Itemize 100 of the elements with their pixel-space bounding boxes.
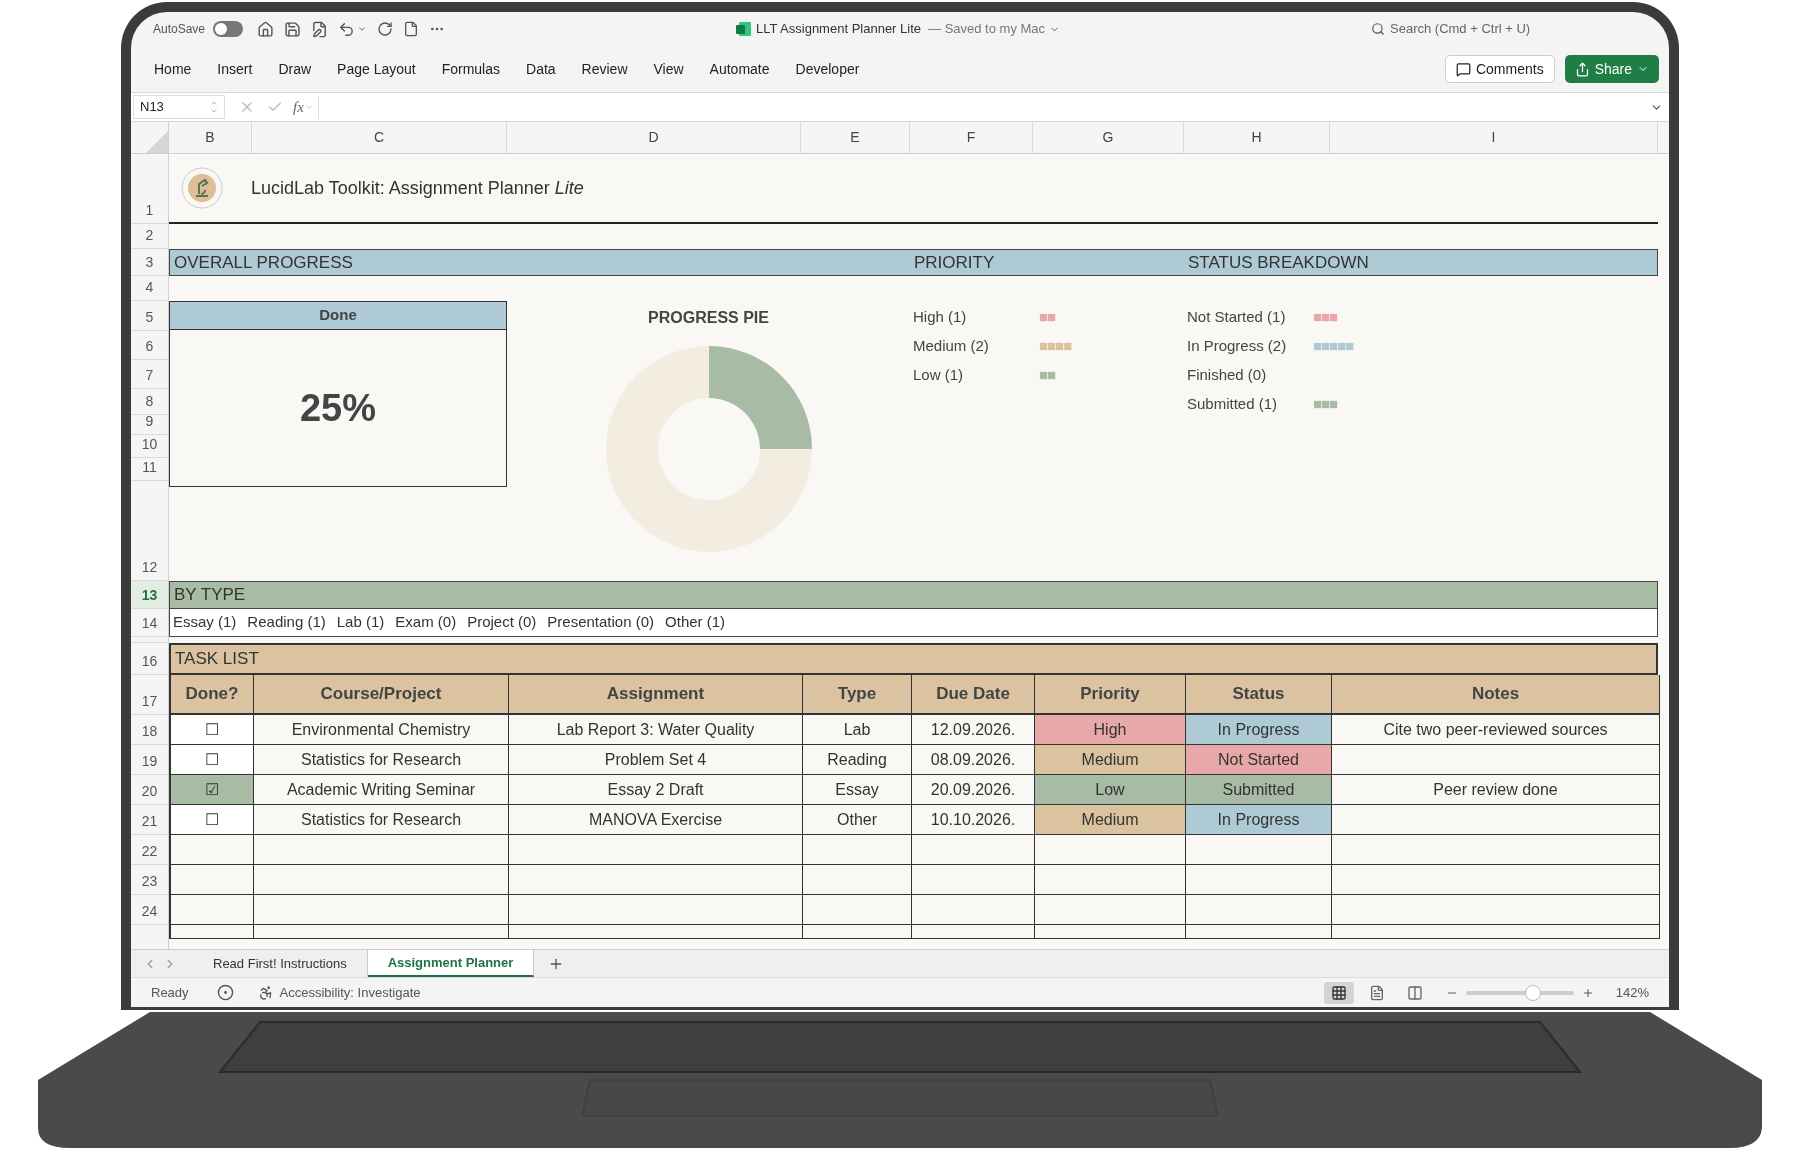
row-number[interactable]: 12	[141, 557, 158, 578]
column-heading: Priority	[1035, 675, 1186, 715]
save-status[interactable]: — Saved to my Mac	[928, 19, 1046, 39]
accessibility-icon[interactable]	[257, 984, 274, 1001]
type-count: Other (1)	[665, 612, 726, 633]
row-number[interactable]: 18	[141, 721, 158, 742]
checkbox-cell: ☐	[171, 745, 254, 775]
sheet-title: LucidLab Toolkit: Assignment Planner Lite	[251, 176, 584, 200]
row-number[interactable]: 10	[141, 434, 158, 455]
done-header: Done	[170, 302, 506, 330]
row-number[interactable]: 16	[141, 651, 158, 672]
ribbon-tab[interactable]: Home	[141, 58, 205, 80]
column-heading: Status	[1186, 675, 1332, 715]
zoom-in-icon[interactable]	[1581, 986, 1594, 999]
ribbon-tab[interactable]: Insert	[204, 58, 266, 80]
legend-glyphs: ■■■■	[1039, 336, 1072, 357]
column-header[interactable]: C	[373, 127, 385, 148]
row-number[interactable]: 9	[145, 411, 154, 432]
ribbon-tab[interactable]: Data	[513, 58, 569, 80]
page-break-icon	[1406, 984, 1423, 1001]
row-number[interactable]: 6	[145, 336, 154, 357]
column-header[interactable]: G	[1102, 127, 1114, 148]
undo-icon[interactable]	[338, 20, 356, 38]
table-cell: Problem Set 4	[509, 745, 803, 775]
share-button[interactable]: Share	[1564, 55, 1659, 83]
row-number[interactable]: 1	[145, 200, 154, 221]
share-icon	[1574, 61, 1590, 77]
table-cell: Peer review done	[1332, 775, 1660, 805]
column-header[interactable]: F	[966, 127, 976, 148]
function-button[interactable]: fx	[293, 95, 304, 119]
zoom-slider-thumb[interactable]	[1524, 984, 1541, 1001]
table-cell: Reading	[803, 745, 912, 775]
search-icon[interactable]	[1371, 22, 1385, 36]
row-number[interactable]: 2	[145, 225, 154, 246]
redo-icon[interactable]	[377, 21, 394, 37]
accessibility-status[interactable]: Accessibility: Investigate	[279, 982, 421, 1003]
done-percentage: 25%	[299, 385, 377, 431]
row-number[interactable]: 7	[145, 365, 154, 386]
logo-icon	[181, 167, 223, 209]
spreadsheet-icon	[736, 21, 752, 37]
file-icon[interactable]	[403, 21, 420, 37]
column-header[interactable]: E	[850, 127, 860, 148]
row-number[interactable]: 23	[141, 871, 158, 892]
ribbon-tab[interactable]: Review	[568, 58, 641, 80]
section-heading: BY TYPE	[174, 584, 246, 607]
ribbon-tab[interactable]: Draw	[265, 58, 325, 80]
ribbon-tab[interactable]: Formulas	[428, 58, 514, 80]
search-field[interactable]: Search (Cmd + Ctrl + U)	[1390, 19, 1531, 39]
home-icon[interactable]	[257, 20, 275, 38]
sheet-tab[interactable]: Assignment Planner	[367, 950, 535, 977]
save-as-icon[interactable]	[311, 20, 329, 38]
row-number[interactable]: 22	[141, 841, 158, 862]
ribbon-tab[interactable]: Page Layout	[324, 58, 429, 80]
row-number[interactable]: 11	[142, 457, 157, 478]
row-number[interactable]: 21	[141, 811, 158, 832]
name-box[interactable]: N13	[133, 95, 225, 119]
column-header[interactable]: B	[205, 127, 215, 148]
record-icon[interactable]	[216, 984, 234, 1001]
type-count: Essay (1)	[173, 612, 237, 633]
row-number[interactable]: 20	[141, 781, 158, 802]
section-heading: PRIORITY	[913, 252, 996, 274]
column-heading: Type	[803, 675, 912, 715]
comments-button[interactable]: Comments	[1444, 55, 1555, 83]
table-cell: Academic Writing Seminar	[254, 775, 509, 805]
column-header[interactable]: I	[1491, 127, 1496, 148]
ribbon-tab[interactable]: Automate	[696, 58, 783, 80]
row-number[interactable]: 19	[141, 751, 158, 772]
legend-glyphs: ■■■	[1313, 307, 1338, 328]
ribbon-tab[interactable]: Developer	[782, 58, 873, 80]
window-title: LLT Assignment Planner Lite	[756, 20, 921, 39]
grid-icon	[1330, 984, 1347, 1001]
ready-status: Ready	[151, 983, 189, 1002]
row-number[interactable]: 3	[145, 252, 154, 273]
legend-label: High (1)	[913, 307, 968, 328]
page-icon	[1368, 984, 1385, 1001]
row-number[interactable]: 17	[141, 691, 158, 712]
comment-icon	[1455, 61, 1471, 77]
column-header[interactable]: H	[1251, 127, 1262, 148]
column-heading: Assignment	[509, 675, 803, 715]
autosave-toggle[interactable]	[213, 21, 244, 37]
row-number[interactable]: 5	[145, 307, 154, 328]
row-number[interactable]: 4	[145, 277, 154, 298]
legend-label: Low (1)	[913, 365, 965, 386]
column-header[interactable]: D	[648, 127, 659, 148]
status-cell: In Progress	[1186, 715, 1332, 745]
status-cell: Not Started	[1186, 745, 1332, 775]
ribbon-tab[interactable]: View	[640, 58, 697, 80]
zoom-level[interactable]: 142%	[1615, 982, 1649, 1003]
row-number[interactable]: 14	[141, 613, 158, 634]
normal-view-button[interactable]	[1323, 981, 1354, 1004]
caret-icon[interactable]	[357, 24, 368, 34]
legend-label: Submitted (1)	[1187, 394, 1279, 415]
row-number[interactable]: 8	[145, 391, 154, 412]
save-icon[interactable]	[284, 20, 302, 38]
section-heading: OVERALL PROGRESS	[173, 252, 354, 274]
type-count: Presentation (0)	[547, 612, 655, 633]
type-count: Project (0)	[467, 612, 537, 633]
row-number[interactable]: 24	[141, 901, 158, 922]
type-count: Exam (0)	[395, 612, 457, 633]
table-cell: Statistics for Research	[254, 745, 509, 775]
